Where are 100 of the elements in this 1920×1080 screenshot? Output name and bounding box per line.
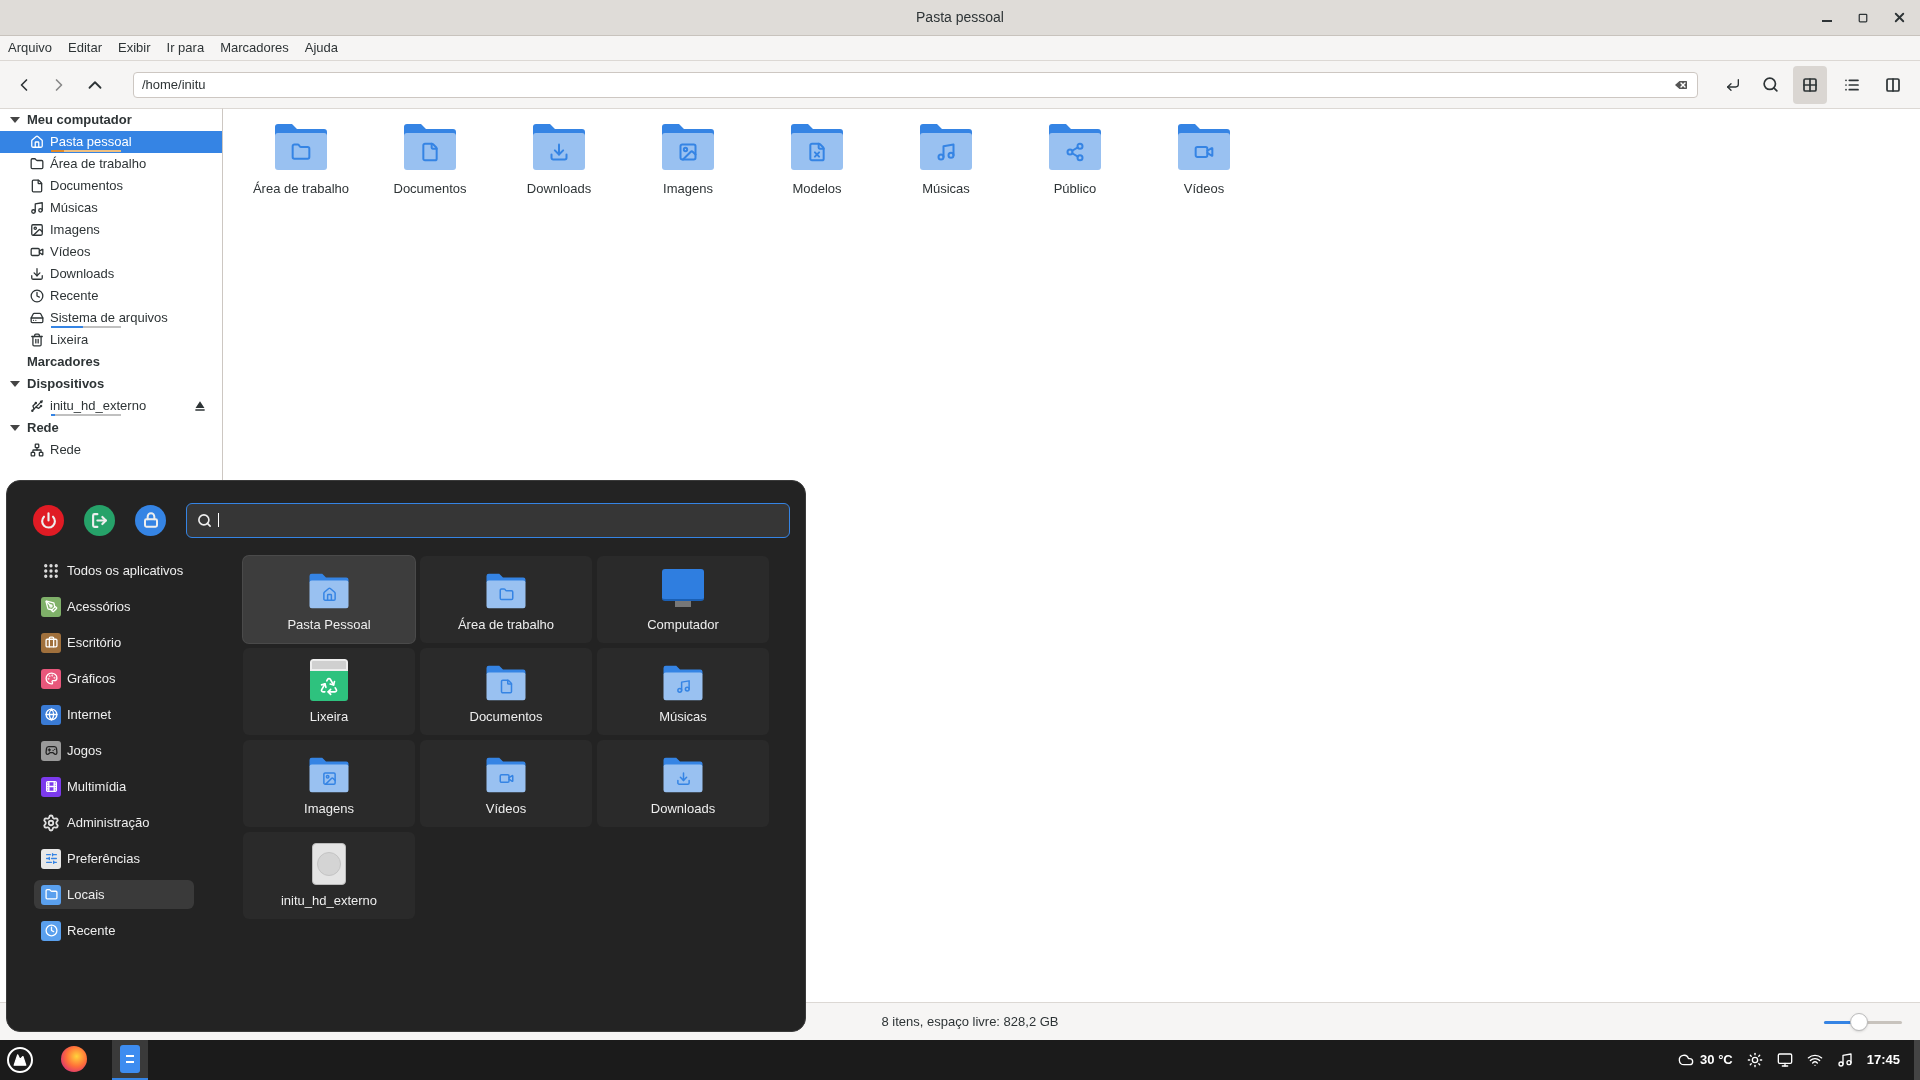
window-title: Pasta pessoal (916, 9, 1004, 25)
folder-icon (30, 157, 44, 171)
section-header: Marcadores (27, 353, 100, 372)
sidebar-item[interactable]: Sistema de arquivos (0, 307, 222, 329)
category-item[interactable]: Todos os aplicativos (34, 556, 194, 585)
menu-item[interactable]: Ir para (166, 38, 205, 58)
launcher-logo (7, 1047, 33, 1073)
category-item[interactable]: Locais (34, 880, 194, 909)
place-tile[interactable]: Músicas (597, 648, 769, 735)
expander-icon[interactable] (9, 115, 21, 125)
menu-item[interactable]: Ajuda (304, 38, 339, 58)
sidebar-item[interactable]: initu_hd_externo (0, 395, 222, 417)
place-tile[interactable]: Documentos (420, 648, 592, 735)
section-header: Meu computador (27, 111, 132, 130)
compact-view-icon (1885, 76, 1902, 93)
location-field[interactable]: /home/initu (132, 71, 1698, 98)
sidebar-item[interactable]: Downloads (0, 263, 222, 285)
sidebar-item[interactable]: Lixeira (0, 329, 222, 351)
menu-item[interactable]: Marcadores (220, 38, 289, 58)
search-field[interactable] (186, 502, 790, 538)
lock-button[interactable] (135, 504, 166, 536)
folder-icon (273, 123, 329, 171)
browser-icon (61, 1046, 87, 1072)
category-item[interactable]: Escritório (34, 628, 194, 657)
menu-item[interactable]: Arquivo (8, 38, 53, 58)
folder-item[interactable]: Público (1011, 123, 1139, 209)
folder-item[interactable]: Área de trabalho (237, 123, 365, 209)
clock[interactable]: 17:45 (1866, 1050, 1900, 1070)
zoom-slider[interactable] (1824, 1013, 1902, 1031)
expander-icon[interactable] (9, 423, 21, 433)
drive-icon (312, 842, 346, 885)
sidebar-item[interactable]: Músicas (0, 197, 222, 219)
brightness-icon[interactable] (1746, 1052, 1763, 1068)
globe-icon (41, 704, 61, 725)
menu-item[interactable]: Editar (68, 38, 103, 58)
place-tile[interactable]: Lixeira (243, 648, 415, 735)
category-item[interactable]: Multimídia (34, 772, 194, 801)
sidebar-item[interactable]: Área de trabalho (0, 153, 222, 175)
folder-icon (918, 123, 974, 171)
category-item[interactable]: Gráficos (34, 664, 194, 693)
folder-item[interactable]: Documentos (366, 123, 494, 209)
folder-icon (485, 572, 527, 609)
video-icon (30, 245, 44, 259)
folder-icon (531, 123, 587, 171)
power-button[interactable] (33, 504, 64, 536)
sidebar-item[interactable]: Imagens (0, 219, 222, 241)
list-view-icon (1843, 76, 1860, 93)
section-header: Rede (27, 419, 59, 438)
place-tile[interactable]: Downloads (597, 740, 769, 827)
place-tile[interactable]: Imagens (243, 740, 415, 827)
power-icon (40, 511, 57, 529)
weather-text[interactable]: 30 °C (1700, 1050, 1733, 1070)
place-tile[interactable]: Pasta Pessoal (243, 556, 415, 643)
place-tile[interactable]: Computador (597, 556, 769, 643)
sidebar-item[interactable]: Documentos (0, 175, 222, 197)
category-item[interactable]: Preferências (34, 844, 194, 873)
category-item[interactable]: Recente (34, 916, 194, 945)
menu-item[interactable]: Exibir (118, 38, 151, 58)
monitor-icon (662, 568, 704, 609)
category-item[interactable]: Administração (34, 808, 194, 837)
search-icon (197, 512, 212, 528)
sidebar-item[interactable]: Pasta pessoal (0, 131, 222, 153)
folder-icon (308, 572, 350, 609)
sidebar-item[interactable]: Recente (0, 285, 222, 307)
palette-icon (41, 668, 61, 689)
preferences-icon (41, 848, 61, 869)
search-icon (1761, 76, 1779, 93)
home-icon (30, 135, 44, 149)
expander-icon[interactable] (9, 379, 21, 389)
section-header: Dispositivos (27, 375, 105, 394)
view-mode-button[interactable] (1793, 65, 1827, 104)
weather-icon[interactable] (1678, 1052, 1695, 1068)
multimedia-icon (41, 776, 61, 797)
music-icon[interactable] (1836, 1052, 1853, 1068)
place-tile[interactable]: Área de trabalho (420, 556, 592, 643)
folder-item[interactable]: Modelos (753, 123, 881, 209)
folder-icon (41, 884, 61, 905)
folder-icon (662, 664, 704, 701)
place-tile[interactable]: initu_hd_externo (243, 832, 415, 919)
place-tile[interactable]: Vídeos (420, 740, 592, 827)
sidebar-item[interactable]: Rede (0, 439, 222, 461)
folder-item[interactable]: Vídeos (1140, 123, 1268, 209)
folder-icon (485, 756, 527, 793)
folder-item[interactable]: Músicas (882, 123, 1010, 209)
display-icon[interactable] (1776, 1052, 1793, 1068)
category-item[interactable]: Internet (34, 700, 194, 729)
folder-item[interactable]: Imagens (624, 123, 752, 209)
category-item[interactable]: Acessórios (34, 592, 194, 621)
sidebar-item[interactable]: Vídeos (0, 241, 222, 263)
usb-icon (30, 399, 44, 413)
download-icon (30, 267, 44, 281)
briefcase-icon (41, 632, 61, 653)
logout-button[interactable] (84, 504, 115, 536)
category-item[interactable]: Jogos (34, 736, 194, 765)
music-icon (30, 201, 44, 215)
folder-item[interactable]: Downloads (495, 123, 623, 209)
taskbar-app-button[interactable] (112, 1040, 148, 1080)
folder-icon (485, 664, 527, 701)
status-text: 8 itens, espaço livre: 828,2 GB (881, 1013, 1059, 1029)
wifi-icon[interactable] (1806, 1052, 1823, 1068)
